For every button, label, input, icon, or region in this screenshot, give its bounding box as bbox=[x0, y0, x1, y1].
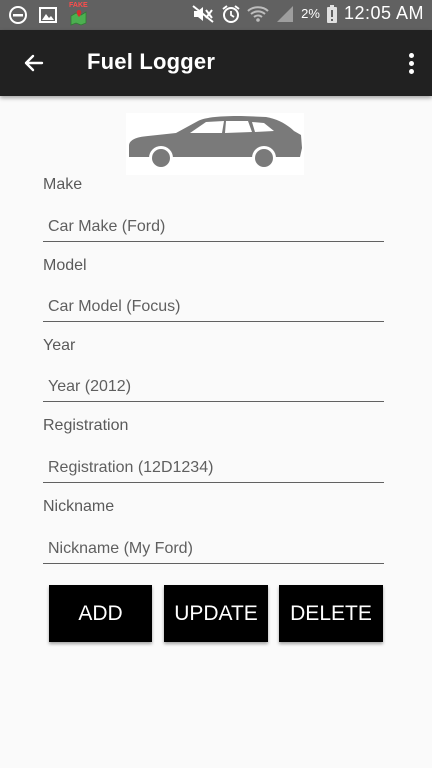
status-time: 12:05 AM bbox=[343, 3, 424, 23]
make-input[interactable] bbox=[43, 212, 384, 242]
year-label: Year bbox=[43, 337, 76, 354]
app-title: Fuel Logger bbox=[87, 49, 216, 74]
status-bar: FAKE 2% 12:05 AM bbox=[0, 0, 432, 30]
registration-label: Registration bbox=[43, 417, 129, 434]
nickname-label: Nickname bbox=[43, 498, 115, 515]
app-bar: Fuel Logger bbox=[0, 30, 432, 96]
more-vert-icon bbox=[408, 52, 414, 58]
overflow-menu-button[interactable] bbox=[404, 49, 418, 77]
battery-percent: 2% bbox=[301, 6, 320, 21]
model-input[interactable] bbox=[43, 292, 384, 322]
dnd-icon bbox=[9, 6, 27, 24]
gallery-icon bbox=[39, 7, 57, 23]
alarm-icon bbox=[222, 4, 240, 23]
delete-button[interactable]: DELETE bbox=[279, 585, 383, 642]
add-button[interactable]: ADD bbox=[49, 585, 152, 642]
back-button[interactable] bbox=[20, 49, 48, 77]
car-image bbox=[126, 113, 304, 175]
model-label: Model bbox=[43, 257, 87, 274]
make-label: Make bbox=[43, 176, 83, 193]
more-vert-icon bbox=[408, 60, 414, 66]
update-button[interactable]: UPDATE bbox=[164, 585, 268, 642]
battery-alert-icon bbox=[326, 4, 337, 23]
registration-input[interactable] bbox=[43, 453, 384, 483]
status-left-icons: FAKE bbox=[8, 2, 90, 26]
year-input[interactable] bbox=[43, 372, 384, 402]
mute-icon bbox=[192, 4, 214, 23]
fake-gps-icon: FAKE bbox=[68, 2, 90, 26]
more-vert-icon bbox=[408, 68, 414, 74]
signal-icon bbox=[277, 5, 294, 22]
wifi-icon bbox=[247, 5, 269, 22]
nickname-input[interactable] bbox=[43, 534, 384, 564]
status-right-icons: 2% 12:05 AM bbox=[191, 3, 424, 24]
arrow-back-icon bbox=[24, 54, 44, 72]
